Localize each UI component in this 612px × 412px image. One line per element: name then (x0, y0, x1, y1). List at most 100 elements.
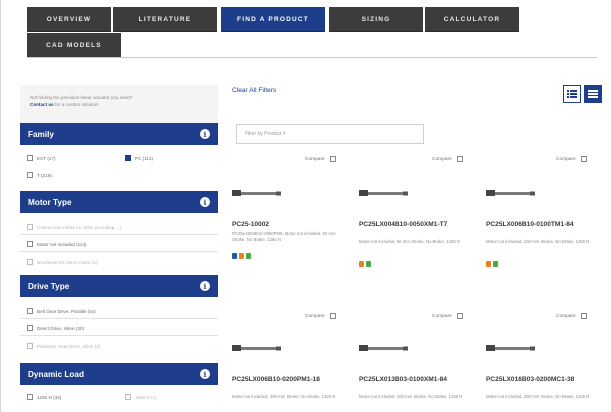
not-finding-text: Not finding the precision linear actuato… (30, 95, 133, 100)
product-number[interactable]: PC25LX004B10-0050XM1-T7 (359, 221, 477, 229)
option-label: Brushless DC servo motor (1) (37, 259, 98, 265)
tab-find-a-product[interactable]: Find a Product (221, 7, 325, 32)
product-description: Motor not included, 200 mm Stroke, No Br… (232, 394, 336, 399)
option-label: 1250 N (33) (37, 394, 62, 400)
product-description: Motor not included, 200 mm Stroke, No Br… (486, 394, 590, 399)
list-view-button[interactable] (563, 85, 581, 103)
option-label: PC (114) (135, 155, 154, 161)
checkbox[interactable] (27, 343, 33, 349)
product-badges (232, 253, 251, 259)
dynamic-load-filter-header[interactable]: Dynamic Load i (20, 363, 218, 385)
actuator-image (359, 345, 408, 351)
motor-option-brushless[interactable]: Brushless DC servo motor (1) (27, 259, 98, 265)
green-badge-icon (366, 261, 371, 267)
actuator-image (486, 345, 535, 351)
compare-label: Compare (305, 313, 325, 319)
drive-option-planetary[interactable]: Planetary Gear Drive, Inline (2) (27, 343, 100, 349)
compare-label: Compare (556, 156, 576, 162)
product-description: Motor not included, 100 mm Stroke, No Br… (486, 239, 590, 244)
checkbox[interactable] (27, 241, 33, 247)
clear-all-filters-link[interactable]: Clear All Filters (232, 87, 276, 94)
checkbox[interactable] (27, 172, 33, 178)
checkbox[interactable] (125, 394, 131, 400)
checkbox[interactable] (329, 313, 336, 319)
green-badge-icon (493, 261, 498, 267)
family-option-t[interactable]: T (219) (27, 172, 52, 178)
product-number[interactable]: PC25LX016B03-0200MC1-38 (486, 376, 604, 384)
grid-view-icon (588, 90, 598, 98)
info-icon[interactable]: i (200, 281, 210, 291)
contact-us-link[interactable]: Contact us (30, 102, 54, 107)
tab-sizing[interactable]: Sizing (329, 7, 423, 32)
motor-option-custom[interactable]: Custom low inertia AC MSK (including ...… (27, 224, 121, 230)
option-label: ECT (27) (37, 155, 56, 161)
load-option-1250[interactable]: 1250 N (33) (27, 394, 61, 400)
product-number[interactable]: PC25LX006B10-0100TM1-84 (486, 221, 604, 229)
option-label: Direct Drive, Inline (30) (37, 325, 84, 331)
divider (20, 335, 218, 336)
compare-checkbox-2[interactable]: Compare (432, 156, 463, 162)
actuator-image (232, 190, 281, 196)
option-label: 1600 N (1) (135, 394, 157, 400)
checkbox[interactable] (329, 156, 336, 162)
drive-type-title: Drive Type (28, 281, 70, 291)
actuator-image (359, 190, 408, 196)
custom-solution-text: Not finding the precision linear actuato… (30, 94, 210, 108)
option-label: Motor not included (114) (37, 241, 87, 247)
drive-type-filter-header[interactable]: Drive Type i (20, 275, 218, 297)
checkbox[interactable] (27, 394, 33, 400)
product-description: Motor not included, 100 mm Stroke, No Br… (359, 394, 463, 399)
drive-option-direct[interactable]: Direct Drive, Inline (30) (27, 325, 84, 331)
compare-checkbox-5[interactable]: Compare (432, 313, 463, 319)
option-label: Custom low inertia AC MSK (including ...… (37, 224, 121, 230)
divider (20, 234, 218, 235)
product-number[interactable]: PC25LX006B10-0200PM1-18 (232, 376, 350, 384)
info-icon[interactable]: i (200, 129, 210, 139)
compare-label: Compare (432, 313, 452, 319)
drive-option-belt[interactable]: Belt Gear Drive, Parallel (54) (27, 308, 96, 314)
actuator-image (486, 190, 535, 196)
tabs-divider (27, 57, 597, 58)
option-label: T (219) (37, 172, 52, 178)
compare-label: Compare (556, 313, 576, 319)
checkbox-checked[interactable] (125, 155, 131, 161)
contact-suffix-text: for a custom solution! (55, 102, 99, 107)
product-number[interactable]: PC25LX013B03-0100XM1-84 (359, 376, 477, 384)
tab-overview[interactable]: Overview (27, 7, 111, 32)
checkbox[interactable] (580, 313, 587, 319)
family-option-ect[interactable]: ECT (27) (27, 155, 56, 161)
info-icon[interactable]: i (200, 197, 210, 207)
product-filter-input[interactable] (236, 124, 424, 144)
checkbox[interactable] (27, 224, 33, 230)
compare-checkbox-1[interactable]: Compare (305, 156, 336, 162)
family-option-pc[interactable]: PC (114) (125, 155, 153, 161)
grid-view-button[interactable] (584, 85, 602, 103)
product-number[interactable]: PC25-10002 (232, 221, 350, 229)
pdf-badge-icon (486, 261, 491, 267)
checkbox[interactable] (27, 308, 33, 314)
checkbox[interactable] (27, 325, 33, 331)
option-label: Belt Gear Drive, Parallel (54) (37, 308, 96, 314)
tab-literature[interactable]: Literature (113, 7, 217, 32)
actuator-image (232, 345, 281, 351)
family-filter-header[interactable]: Family i (20, 123, 218, 145)
checkbox[interactable] (27, 155, 33, 161)
compare-checkbox-6[interactable]: Compare (556, 313, 587, 319)
list-view-icon (567, 90, 577, 98)
load-option-1600[interactable]: 1600 N (1) (125, 394, 157, 400)
compare-label: Compare (305, 156, 325, 162)
compare-checkbox-4[interactable]: Compare (305, 313, 336, 319)
divider (20, 318, 218, 319)
tab-calculator[interactable]: Calculator (425, 7, 519, 32)
option-label: Planetary Gear Drive, Inline (2) (37, 343, 101, 349)
info-icon[interactable]: i (200, 369, 210, 379)
checkbox[interactable] (456, 156, 463, 162)
checkbox[interactable] (580, 156, 587, 162)
product-description: PC25LX004B10-0050FM0, Motor not included… (232, 231, 336, 242)
checkbox[interactable] (27, 259, 33, 265)
tab-cad-models[interactable]: CAD Models (27, 33, 121, 58)
motor-type-filter-header[interactable]: Motor Type i (20, 191, 218, 213)
compare-checkbox-3[interactable]: Compare (556, 156, 587, 162)
motor-option-not-included[interactable]: Motor not included (114) (27, 241, 86, 247)
checkbox[interactable] (456, 313, 463, 319)
